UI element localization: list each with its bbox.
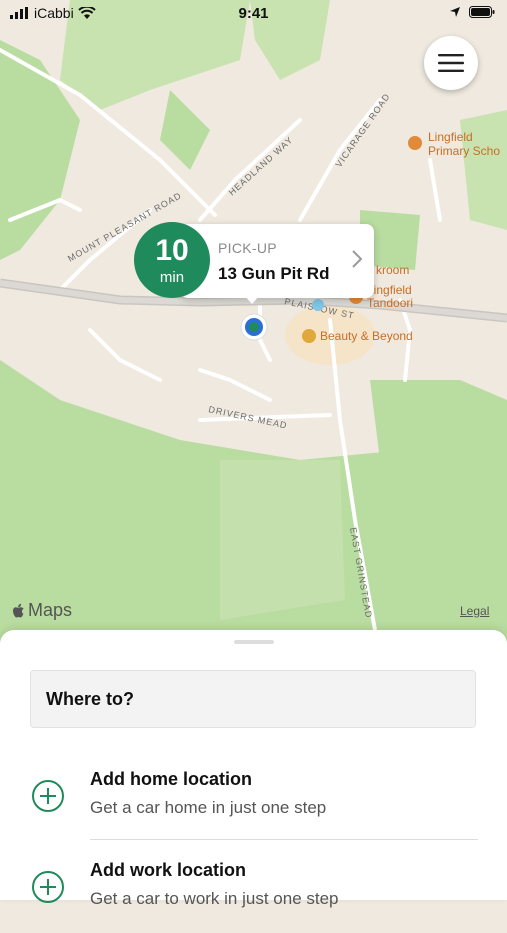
menu-button[interactable] [424,36,478,90]
divider [90,839,478,840]
svg-text:Lingfield: Lingfield [428,130,473,144]
sheet-handle[interactable] [234,640,274,644]
poi-label-partial: kroom [376,263,409,277]
beauty-icon [302,329,316,343]
svg-text:Tandoori: Tandoori [367,296,413,310]
status-right [449,6,495,18]
battery-icon [469,6,495,18]
add-home-subtitle: Get a car home in just one step [90,798,327,817]
user-location-icon [240,313,268,341]
location-arrow-icon [450,7,460,17]
maps-label: Maps [28,600,73,620]
pickup-caption: PICK-UP [218,240,277,256]
add-home-location-item[interactable]: Add home location Get a car home in just… [0,758,507,842]
pickup-address: 13 Gun Pit Rd [218,264,330,283]
status-time: 9:41 [238,5,269,22]
pickup-card-pointer [243,294,261,304]
add-work-subtitle: Get a car to work in just one step [90,889,339,908]
svg-text:Beauty & Beyond: Beauty & Beyond [320,329,413,343]
destination-search-input[interactable]: Where to? [30,670,476,728]
legal-link[interactable]: Legal [460,604,489,618]
eta-unit: min [159,269,185,286]
eta-value: 10 [155,234,189,267]
maps-attribution: Maps [12,600,72,621]
apple-logo-icon [13,603,24,617]
plus-circle-icon [32,871,64,903]
svg-text:Primary Scho: Primary Scho [428,144,500,158]
school-icon [408,136,422,150]
bottom-sheet: Where to? Add home location Get a car ho… [0,630,507,908]
add-work-title: Add work location [90,860,247,880]
status-bar: iCabbi 9:41 [0,0,507,28]
plus-circle-icon [32,780,64,812]
chevron-right-icon [352,250,362,268]
water-icon [312,299,324,311]
eta-badge: 10 min [134,222,210,298]
add-work-location-item[interactable]: Add work location Get a car to work in j… [0,849,507,933]
hamburger-menu-icon [438,54,464,72]
add-home-title: Add home location [90,769,252,789]
